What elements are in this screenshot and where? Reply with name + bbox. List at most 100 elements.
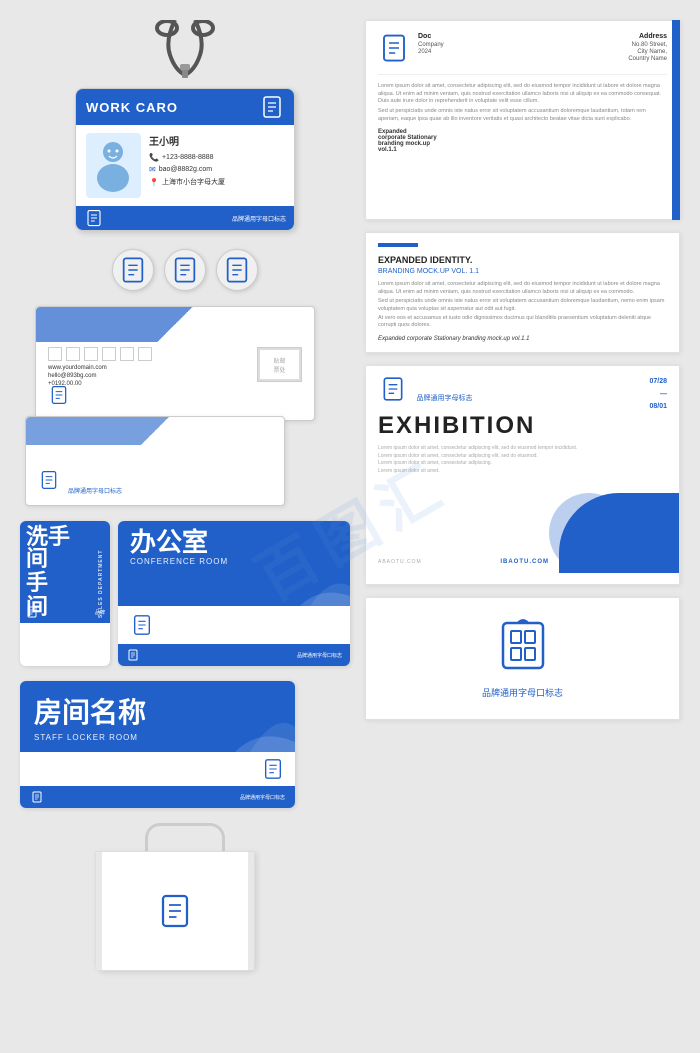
- sign-washroom-title: 洗手间: [26, 526, 90, 570]
- brand-main-logo: [493, 618, 553, 673]
- letterhead: Doc Company 2024 Address No.80 Street, C…: [365, 20, 680, 220]
- lh-doc-label: Doc: [418, 33, 628, 40]
- room-sign-body: [20, 752, 295, 786]
- sign-washroom-header: 洗手间 手 间 SALES DEPARTMENT: [20, 521, 110, 601]
- lh-company: Company: [418, 42, 628, 48]
- badge-logo-3: [223, 256, 251, 284]
- ep-text-4: Lorem ipsum dolor sit amet.: [378, 468, 667, 474]
- envelope-front-group: 品牌通用字母口标志: [25, 416, 350, 506]
- lh-address-right: Address No.80 Street, City Name, Country…: [628, 33, 667, 63]
- room-sign-deco: [235, 707, 295, 752]
- tote-right-fold: [248, 852, 254, 970]
- ep-left: 品牌通用字母标志 EXHIBITION: [378, 376, 617, 440]
- lh-body-bold: Expandedcorporate Stationarybranding moc…: [378, 129, 667, 153]
- ep-text-2: Lorem ipsum dolor sit amet, consectetur …: [378, 453, 667, 459]
- badge-logo-1: [119, 256, 147, 284]
- addr-box-1: [48, 347, 62, 361]
- badge-1: [112, 249, 154, 291]
- envelope-back-group: www.yourdomain.com hello@893bg.com +0192…: [20, 306, 350, 421]
- badges-row: [20, 249, 350, 291]
- avatar: [86, 133, 141, 198]
- env-front-logo: [38, 470, 60, 495]
- card-email: ✉ bao@8882g.com: [149, 165, 284, 174]
- ep-website-left: ABAOTU.COM: [378, 559, 422, 565]
- bm-bottom-line: Expanded corporate Stationary branding m…: [378, 336, 667, 342]
- ep-bottom-left: ABAOTU.COM: [378, 559, 422, 565]
- lh-logo: [378, 33, 410, 68]
- sign-office-en: CONFERENCE ROOM: [130, 557, 338, 566]
- ep-main-title: EXHIBITION: [378, 412, 617, 440]
- tote-body: [95, 851, 255, 971]
- stamp-area: 贴邮票处: [257, 347, 302, 382]
- card-phone: 📞 +123-8888-8888: [149, 153, 284, 162]
- work-card-header: WORK CARO: [76, 89, 294, 125]
- room-sign-header: 房间名称 STAFF LOCKER ROOM: [20, 681, 295, 752]
- ep-text-3: Lorem ipsum dolor sit amet, consectetur …: [378, 460, 667, 466]
- brand-mockup: EXPANDED IDENTITY. BRANDING MOCK.UP VOL.…: [365, 232, 680, 353]
- addr-box-5: [120, 347, 134, 361]
- room-sign-footer: 品牌通用字母口标志: [20, 786, 295, 808]
- card-footer-logo: [84, 209, 104, 227]
- lanyard-area: [20, 20, 350, 80]
- letterhead-wrapper: Doc Company 2024 Address No.80 Street, C…: [365, 20, 680, 220]
- addr-box-2: [66, 347, 80, 361]
- ep-date: 07/28 — 08/01: [617, 376, 667, 414]
- card-footer-text: 品牌通用字母口标志: [232, 214, 286, 223]
- page-container: 百图汇 WORK CARO: [0, 0, 700, 1053]
- sign-office-title: 办公室: [130, 529, 338, 555]
- work-card-footer: 品牌通用字母口标志: [76, 206, 294, 230]
- bm-title: EXPANDED IDENTITY.: [378, 255, 667, 265]
- sign-washroom: 洗手间 手 间 SALES DEPARTMENT 品牌: [20, 521, 110, 666]
- lanyard-icon: [145, 20, 225, 80]
- sign-office-footer-text: 品牌通用字母口标志: [297, 652, 342, 659]
- envelope-flap: [36, 307, 314, 342]
- work-card-body: 王小明 📞 +123-8888-8888 ✉ bao@8882g.com 📍 上…: [76, 125, 294, 206]
- tote-logo: [155, 893, 195, 929]
- envelope-address: www.yourdomain.com hello@893bg.com +0192…: [48, 347, 254, 389]
- sign-office-body: [118, 606, 350, 644]
- lh-address-block: Doc Company 2024: [418, 33, 628, 56]
- right-column: Doc Company 2024 Address No.80 Street, C…: [365, 20, 680, 720]
- envelope-logo: [48, 385, 70, 410]
- addr-box-3: [84, 347, 98, 361]
- ep-bottom-right: IBAOTU.COM: [500, 559, 549, 565]
- envelope-front: 品牌通用字母口标志: [25, 416, 285, 506]
- ep-graphic-area: ABAOTU.COM IBAOTU.COM: [366, 483, 679, 573]
- lh-year: 2024: [418, 49, 628, 55]
- sign-office-header: 办公室 CONFERENCE ROOM: [118, 521, 350, 606]
- lh-header: Doc Company 2024 Address No.80 Street, C…: [378, 33, 667, 75]
- tote-handle: [145, 823, 225, 851]
- envelope-text-2: hello@893bg.com: [48, 373, 254, 379]
- envelope-text-1: www.yourdomain.com: [48, 365, 254, 371]
- sign-deco-1: [300, 566, 350, 606]
- ep-logo-area: 品牌通用字母标志: [378, 376, 617, 407]
- ep-top: 品牌通用字母标志 EXHIBITION 07/28 — 08/01: [366, 366, 679, 445]
- tote-left-fold: [96, 852, 102, 970]
- ep-website-right: IBAOTU.COM: [500, 559, 549, 565]
- envelope-back: www.yourdomain.com hello@893bg.com +0192…: [35, 306, 315, 421]
- bm-body-2: Sed ut perspiciatis unde omnis iste natu…: [378, 298, 667, 313]
- badge-3: [216, 249, 258, 291]
- lh-right-bar: [672, 20, 680, 220]
- addr-box-4: [102, 347, 116, 361]
- card-name: 王小明: [149, 133, 284, 148]
- addr-box-6: [138, 347, 152, 361]
- lh-body-text-2: Sed ut perspiciatis unde omnis iste natu…: [378, 108, 667, 123]
- work-card: WORK CARO: [75, 88, 295, 231]
- envelope-front-flap: [26, 417, 284, 445]
- exhibition-poster: 品牌通用字母标志 EXHIBITION 07/28 — 08/01 Lorem …: [365, 365, 680, 585]
- badge-logo-2: [171, 256, 199, 284]
- left-column: WORK CARO: [20, 20, 350, 971]
- brand-logo-text: 品牌通用字母口标志: [386, 686, 659, 699]
- bm-body-3: At vero eos et accusamus et iusto odio d…: [378, 315, 667, 330]
- brand-logo-box: 品牌通用字母口标志: [365, 597, 680, 720]
- work-card-title: WORK CARO: [86, 100, 178, 115]
- lh-body-text-1: Lorem ipsum dolor sit amet, consectetur …: [378, 83, 667, 106]
- room-sign-footer-text: 品牌通用字母口标志: [240, 794, 285, 801]
- envelope-text-3: +0192.00.00: [48, 381, 254, 387]
- tote-bag: [95, 823, 275, 971]
- work-card-logo: [260, 95, 284, 119]
- ep-right: 07/28 — 08/01: [617, 376, 667, 440]
- room-sign-logo: [261, 758, 285, 780]
- ep-text-lines: Lorem ipsum dolor sit amet, consectetur …: [366, 445, 679, 483]
